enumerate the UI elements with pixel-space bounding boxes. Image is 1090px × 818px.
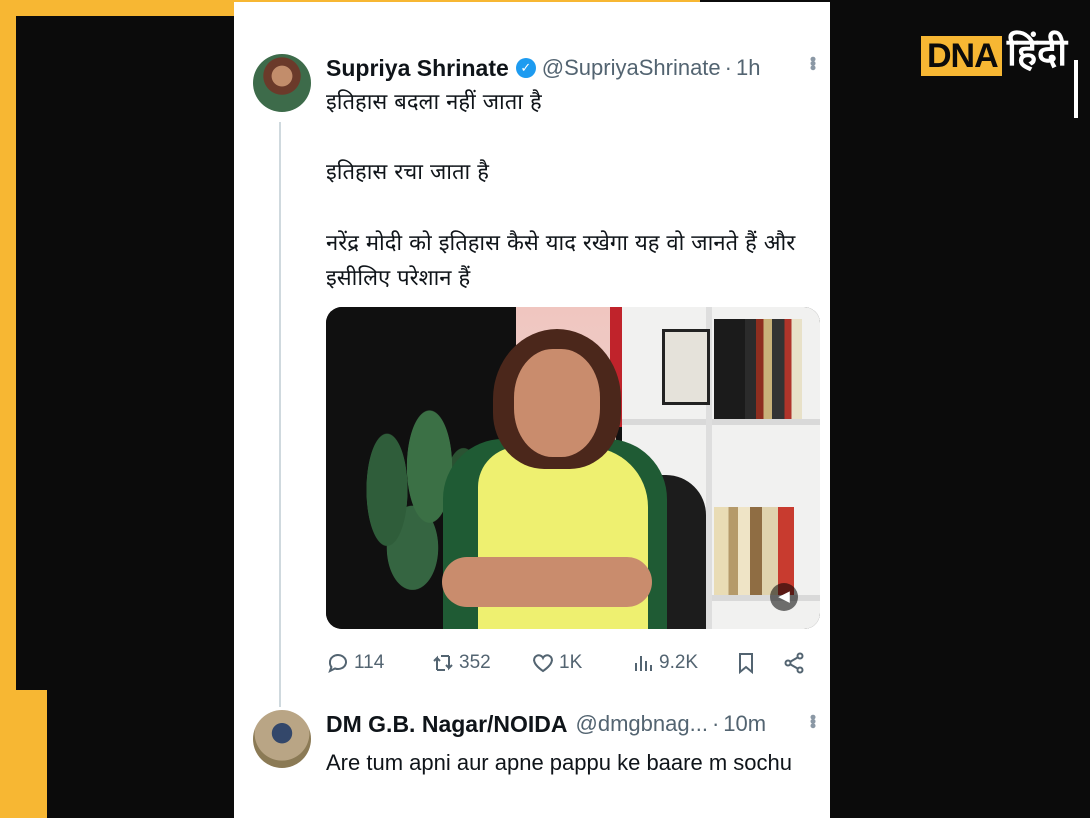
share-icon: [784, 652, 804, 674]
media-books: [714, 319, 802, 419]
tweet-actions: 114 352 1K 9.2K: [326, 646, 816, 680]
dna-hindi-logo: DNA हिंदी: [921, 22, 1086, 118]
tweet-media-video[interactable]: ◀: [326, 307, 820, 629]
reply-text: Are tum apni aur apne pappu ke baare m s…: [326, 750, 792, 775]
share-button[interactable]: [782, 646, 810, 680]
author-name[interactable]: Supriya Shrinate: [326, 55, 509, 82]
bookmark-button[interactable]: [734, 646, 762, 680]
views-count: 9.2K: [659, 652, 699, 673]
reply-author-name[interactable]: DM G.B. Nagar/NOIDA: [326, 711, 568, 738]
tweet-card: Supriya Shrinate ✓ @SupriyaShrinate · 1h…: [234, 2, 830, 818]
heart-icon: [533, 654, 553, 673]
more-options-icon[interactable]: •••: [803, 714, 823, 727]
bookmark-icon: [739, 653, 753, 675]
tweet-text-line: इतिहास रचा जाता है: [326, 160, 489, 185]
retweet-icon: [433, 655, 453, 671]
logo-accent-bar: [1074, 60, 1078, 118]
retweet-button[interactable]: 352: [431, 646, 491, 680]
tweet-text-line: नरेंद्र मोदी को इतिहास कैसे याद रखेगा यह…: [326, 231, 796, 256]
tweet-time[interactable]: 1h: [736, 55, 760, 81]
media-books: [714, 507, 794, 595]
verified-badge-icon: ✓: [515, 58, 536, 78]
media-person-face: [514, 349, 600, 457]
media-shelf-board: [622, 419, 820, 425]
volume-icon[interactable]: ◀: [770, 583, 798, 611]
views-chart-icon: [635, 656, 652, 671]
background-panel: [16, 16, 234, 690]
media-person-hands: [442, 557, 652, 607]
thread-line: [279, 122, 281, 707]
reply-icon: [328, 654, 347, 673]
separator-dot: ·: [711, 711, 720, 736]
reply-time[interactable]: 10m: [723, 711, 766, 737]
logo-hindi-text: हिंदी: [1007, 30, 1068, 74]
more-options-icon[interactable]: •••: [803, 56, 823, 69]
yellow-frame-corner: [0, 690, 47, 818]
like-button[interactable]: 1K: [531, 646, 582, 680]
tweet-text-line: इतिहास बदला नहीं जाता है: [326, 90, 542, 115]
author-handle[interactable]: @SupriyaShrinate: [542, 55, 721, 81]
reply-button[interactable]: 114: [326, 646, 384, 680]
like-count: 1K: [559, 652, 583, 673]
avatar[interactable]: [253, 54, 311, 112]
tweet-header: Supriya Shrinate ✓ @SupriyaShrinate · 1h: [326, 52, 760, 84]
logo-dna-text: DNA: [921, 36, 1002, 76]
separator-dot: ·: [724, 55, 732, 80]
retweet-count: 352: [459, 652, 491, 673]
reply-count: 114: [354, 652, 385, 673]
reply-author-handle[interactable]: @dmgbnag...: [576, 711, 708, 737]
media-picture-frame: [662, 329, 710, 405]
reply-header: DM G.B. Nagar/NOIDA @dmgbnag... · 10m: [326, 708, 766, 740]
avatar[interactable]: [253, 710, 311, 768]
tweet-text-line: इसीलिए परेशान हैं: [326, 266, 471, 291]
views-button[interactable]: 9.2K: [631, 646, 698, 680]
